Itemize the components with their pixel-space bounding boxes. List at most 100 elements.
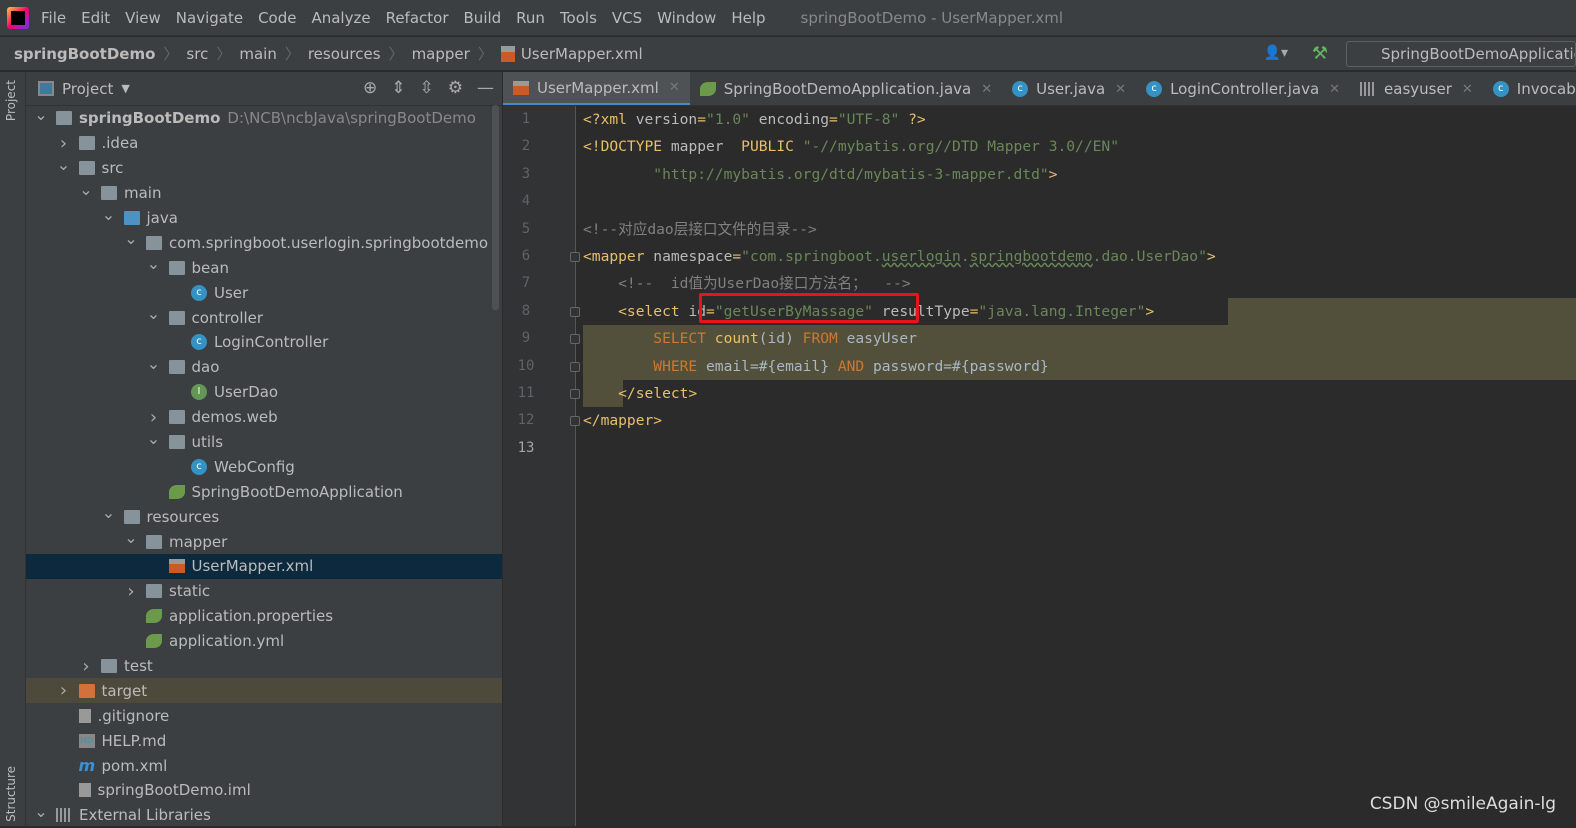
tree-item[interactable]: m pom.xml bbox=[26, 753, 502, 778]
chevron-down-icon[interactable]: ⌄ bbox=[124, 229, 138, 248]
tree-item[interactable]: c User bbox=[26, 280, 502, 305]
fold-marker-icon[interactable] bbox=[570, 334, 580, 345]
chevron-right-icon[interactable]: › bbox=[57, 133, 71, 154]
locate-icon[interactable]: ⊕ bbox=[363, 78, 377, 98]
tree-item[interactable]: ⌄ com.springboot.userlogin.springbootdemo bbox=[26, 229, 502, 255]
tree-item[interactable]: ⌄ resources bbox=[26, 503, 502, 529]
tree-item[interactable]: SpringBootDemoApplication bbox=[26, 479, 502, 504]
code-line[interactable]: <!--对应dao层接口文件的目录--> bbox=[583, 216, 1576, 243]
menu-navigate[interactable]: Navigate bbox=[176, 9, 243, 27]
tab-easyuser[interactable]: easyuser ✕ bbox=[1350, 72, 1483, 105]
chevron-down-icon[interactable]: ⌄ bbox=[147, 304, 161, 323]
menu-vcs[interactable]: VCS bbox=[612, 9, 642, 27]
tree-item[interactable]: ⌄ controller bbox=[26, 304, 502, 330]
menu-refactor[interactable]: Refactor bbox=[386, 9, 449, 27]
code-line[interactable]: </select> bbox=[583, 380, 1576, 408]
fold-marker-icon[interactable] bbox=[570, 416, 580, 427]
chevron-down-icon[interactable]: ⌄ bbox=[124, 528, 138, 547]
tree-item[interactable]: I UserDao bbox=[26, 380, 502, 405]
tree-item[interactable]: application.yml bbox=[26, 629, 502, 654]
tree-item[interactable]: c LoginController bbox=[26, 330, 502, 355]
minimize-icon[interactable]: — bbox=[477, 78, 494, 98]
tree-item[interactable]: springBootDemo.iml bbox=[26, 778, 502, 803]
code-line[interactable]: <?xml version="1.0" encoding="UTF-8" ?> bbox=[583, 106, 1576, 133]
tree-item[interactable]: ⌄ mapper bbox=[26, 528, 502, 554]
collapse-all-icon[interactable]: ⇳ bbox=[420, 78, 434, 98]
close-icon[interactable]: ✕ bbox=[1462, 82, 1473, 97]
close-icon[interactable]: ✕ bbox=[981, 82, 992, 97]
tree-item[interactable]: .gitignore bbox=[26, 703, 502, 728]
project-scrollbar[interactable] bbox=[492, 105, 499, 310]
code-editor[interactable]: 1 2 3 4 5 6 7 8 9 10 11 12 13 <?xml version="1.0" en… bbox=[503, 106, 1576, 826]
menu-run[interactable]: Run bbox=[516, 9, 545, 27]
fold-marker-icon[interactable] bbox=[570, 389, 580, 399]
chevron-down-icon[interactable]: ▼ bbox=[121, 82, 129, 95]
tab-user-java[interactable]: c User.java ✕ bbox=[1002, 72, 1136, 105]
menu-analyze[interactable]: Analyze bbox=[311, 9, 370, 27]
tree-item[interactable]: ⌄ src bbox=[26, 155, 502, 181]
code-line[interactable]: <mapper namespace="com.springboot.userlo… bbox=[583, 243, 1576, 270]
tab-springbootdemoapplication-java[interactable]: SpringBootDemoApplication.java ✕ bbox=[690, 72, 1002, 105]
tree-item[interactable]: ⌄ utils bbox=[26, 429, 502, 455]
chevron-down-icon[interactable]: ⌄ bbox=[147, 354, 161, 373]
tree-item[interactable]: c WebConfig bbox=[26, 454, 502, 479]
fold-marker-icon[interactable] bbox=[570, 252, 580, 262]
menu-view[interactable]: View bbox=[125, 9, 161, 27]
chevron-down-icon[interactable]: ⌄ bbox=[57, 155, 71, 174]
code-line[interactable]: SELECT count(id) FROM easyUser bbox=[583, 325, 1576, 353]
menu-build[interactable]: Build bbox=[464, 9, 502, 27]
fold-marker-icon[interactable] bbox=[570, 361, 580, 372]
breadcrumb-item[interactable]: src bbox=[186, 45, 208, 63]
project-tool-button[interactable]: Project bbox=[4, 80, 18, 121]
breadcrumb-item[interactable]: mapper bbox=[412, 45, 470, 63]
breadcrumb-item[interactable]: springBootDemo bbox=[14, 45, 155, 63]
run-config-select[interactable]: SpringBootDemoApplication bbox=[1346, 41, 1576, 67]
close-icon[interactable]: ✕ bbox=[1329, 82, 1340, 97]
tab-usermapper-xml[interactable]: UserMapper.xml ✕ bbox=[503, 72, 690, 105]
chevron-down-icon[interactable]: ⌄ bbox=[102, 205, 116, 224]
tab-invocablehandlermethod[interactable]: c InvocableHandlerMethod bbox=[1483, 72, 1576, 105]
code-line[interactable]: "http://mybatis.org/dtd/mybatis-3-mapper… bbox=[583, 161, 1576, 188]
menu-help[interactable]: Help bbox=[731, 9, 765, 27]
chevron-down-icon[interactable]: ⌄ bbox=[79, 180, 93, 199]
tree-item[interactable]: MD HELP.md bbox=[26, 728, 502, 753]
code-line[interactable]: </mapper> bbox=[583, 407, 1576, 434]
expand-all-icon[interactable]: ⇕ bbox=[391, 78, 405, 98]
breadcrumb-item[interactable]: UserMapper.xml bbox=[521, 45, 643, 63]
tree-item[interactable]: › demos.web bbox=[26, 405, 502, 430]
user-icon[interactable]: 👤▾ bbox=[1264, 45, 1288, 61]
project-view-select[interactable]: Project bbox=[62, 80, 113, 98]
menu-file[interactable]: File bbox=[41, 9, 66, 27]
menu-window[interactable]: Window bbox=[657, 9, 716, 27]
menu-edit[interactable]: Edit bbox=[81, 9, 110, 27]
structure-tool-button[interactable]: Structure bbox=[4, 766, 18, 822]
tab-logincontroller-java[interactable]: c LoginController.java ✕ bbox=[1136, 72, 1350, 105]
chevron-right-icon[interactable]: › bbox=[124, 581, 138, 602]
chevron-down-icon[interactable]: ⌄ bbox=[102, 503, 116, 522]
menu-tools[interactable]: Tools bbox=[560, 9, 597, 27]
chevron-down-icon[interactable]: ⌄ bbox=[147, 429, 161, 448]
tree-item[interactable]: ⌄ java bbox=[26, 205, 502, 231]
breadcrumb-item[interactable]: main bbox=[239, 45, 276, 63]
tree-item[interactable]: ⌄ bean bbox=[26, 254, 502, 280]
build-hammer-icon[interactable]: ⚒ bbox=[1312, 43, 1328, 64]
tree-item[interactable]: › test bbox=[26, 654, 502, 679]
tree-item[interactable]: › static bbox=[26, 579, 502, 604]
code-line[interactable] bbox=[583, 435, 1576, 462]
chevron-down-icon[interactable]: ⌄ bbox=[147, 254, 161, 273]
chevron-right-icon[interactable]: › bbox=[79, 656, 93, 677]
tree-item[interactable]: › target bbox=[26, 678, 502, 704]
menu-code[interactable]: Code bbox=[258, 9, 296, 27]
tree-item[interactable]: ⌄ springBootDemo D:\NCB\ncbJava\springBoot… bbox=[26, 105, 502, 131]
chevron-right-icon[interactable]: › bbox=[57, 680, 71, 701]
close-icon[interactable]: ✕ bbox=[669, 80, 680, 95]
code-line[interactable]: WHERE email=#{email} AND password=#{pass… bbox=[583, 352, 1576, 380]
close-icon[interactable]: ✕ bbox=[1115, 82, 1126, 97]
tree-item[interactable]: › .idea bbox=[26, 131, 502, 156]
chevron-down-icon[interactable]: ⌄ bbox=[34, 802, 48, 821]
fold-marker-icon[interactable] bbox=[570, 306, 580, 317]
chevron-right-icon[interactable]: › bbox=[147, 407, 161, 428]
code-line[interactable]: <!DOCTYPE mapper PUBLIC "-//mybatis.org/… bbox=[583, 133, 1576, 160]
tree-item[interactable]: ⌄ External Libraries bbox=[26, 802, 502, 828]
code-line[interactable] bbox=[583, 188, 1576, 215]
